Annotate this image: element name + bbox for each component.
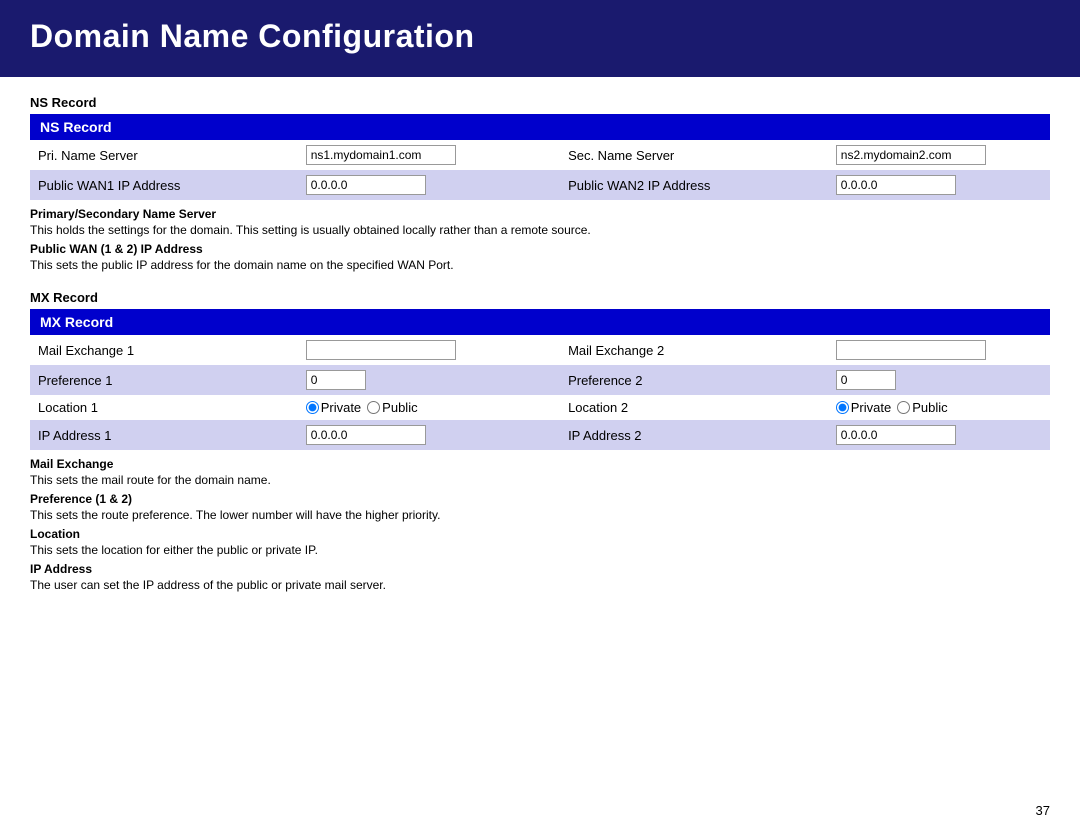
mx-row-mail-exchange: Mail Exchange 1 Mail Exchange 2 bbox=[30, 335, 1050, 365]
ip-address-2-input[interactable] bbox=[836, 425, 956, 445]
mx-desc-text-3: This sets the location for either the pu… bbox=[30, 543, 1050, 557]
location-2-private-label: Private bbox=[851, 400, 891, 415]
mx-header-row: MX Record bbox=[30, 309, 1050, 335]
mail-exchange-1-label: Mail Exchange 1 bbox=[30, 335, 298, 365]
wan1-ip-label: Public WAN1 IP Address bbox=[30, 170, 298, 200]
mx-desc-title-1: Mail Exchange bbox=[30, 457, 113, 471]
mx-record-table: MX Record Mail Exchange 1 Mail Exchange … bbox=[30, 309, 1050, 450]
wan2-ip-input-cell bbox=[828, 170, 1050, 200]
preference-1-input-cell bbox=[298, 365, 520, 395]
ns-desc-title-2: Public WAN (1 & 2) IP Address bbox=[30, 242, 203, 256]
location-2-public-option[interactable]: Public bbox=[897, 400, 947, 415]
mx-desc-title-4: IP Address bbox=[30, 562, 92, 576]
ns-row-2: Public WAN1 IP Address Public WAN2 IP Ad… bbox=[30, 170, 1050, 200]
ip-address-2-label: IP Address 2 bbox=[560, 420, 828, 450]
mx-desc-title-2: Preference (1 & 2) bbox=[30, 492, 132, 506]
mx-row-preference: Preference 1 Preference 2 bbox=[30, 365, 1050, 395]
wan1-ip-input-cell bbox=[298, 170, 520, 200]
ip-address-1-label: IP Address 1 bbox=[30, 420, 298, 450]
page-title: Domain Name Configuration bbox=[30, 18, 1050, 55]
sec-name-server-input-cell bbox=[828, 140, 1050, 170]
ns-header-row: NS Record bbox=[30, 114, 1050, 140]
location-1-radio-cell: Private Public bbox=[298, 395, 520, 420]
mx-row-ip-address: IP Address 1 IP Address 2 bbox=[30, 420, 1050, 450]
location-1-private-option[interactable]: Private bbox=[306, 400, 361, 415]
location-1-label: Location 1 bbox=[30, 395, 298, 420]
mail-exchange-1-input[interactable] bbox=[306, 340, 456, 360]
pri-name-server-input-cell bbox=[298, 140, 520, 170]
location-2-private-radio[interactable] bbox=[836, 401, 849, 414]
sec-name-server-label: Sec. Name Server bbox=[560, 140, 828, 170]
sec-name-server-input[interactable] bbox=[836, 145, 986, 165]
ip-address-2-input-cell bbox=[828, 420, 1050, 450]
mx-record-section: MX Record MX Record Mail Exchange 1 Mail… bbox=[30, 290, 1050, 592]
location-1-private-label: Private bbox=[321, 400, 361, 415]
mx-description-block: Mail Exchange This sets the mail route f… bbox=[30, 456, 1050, 592]
mx-desc-title-3: Location bbox=[30, 527, 80, 541]
mx-section-label: MX Record bbox=[30, 290, 1050, 305]
ns-record-section: NS Record NS Record Pri. Name Server Sec… bbox=[30, 95, 1050, 272]
mx-desc-text-2: This sets the route preference. The lowe… bbox=[30, 508, 1050, 522]
pri-name-server-input[interactable] bbox=[306, 145, 456, 165]
ns-header-cell: NS Record bbox=[30, 114, 1050, 140]
preference-2-input[interactable] bbox=[836, 370, 896, 390]
location-1-private-radio[interactable] bbox=[306, 401, 319, 414]
mx-desc-text-1: This sets the mail route for the domain … bbox=[30, 473, 1050, 487]
ip-address-1-input[interactable] bbox=[306, 425, 426, 445]
mail-exchange-2-input[interactable] bbox=[836, 340, 986, 360]
wan2-ip-label: Public WAN2 IP Address bbox=[560, 170, 828, 200]
ns-record-table: NS Record Pri. Name Server Sec. Name Ser… bbox=[30, 114, 1050, 200]
preference-2-label: Preference 2 bbox=[560, 365, 828, 395]
ns-section-label: NS Record bbox=[30, 95, 1050, 110]
location-2-radio-group: Private Public bbox=[836, 400, 1042, 415]
wan1-ip-input[interactable] bbox=[306, 175, 426, 195]
wan2-ip-input[interactable] bbox=[836, 175, 956, 195]
ns-row-1: Pri. Name Server Sec. Name Server bbox=[30, 140, 1050, 170]
ns-desc-text-2: This sets the public IP address for the … bbox=[30, 258, 1050, 272]
preference-1-input[interactable] bbox=[306, 370, 366, 390]
ns-desc-title-1: Primary/Secondary Name Server bbox=[30, 207, 216, 221]
location-2-public-radio[interactable] bbox=[897, 401, 910, 414]
mx-desc-text-4: The user can set the IP address of the p… bbox=[30, 578, 1050, 592]
location-1-public-radio[interactable] bbox=[367, 401, 380, 414]
location-2-label: Location 2 bbox=[560, 395, 828, 420]
location-2-radio-cell: Private Public bbox=[828, 395, 1050, 420]
location-1-public-option[interactable]: Public bbox=[367, 400, 417, 415]
location-1-radio-group: Private Public bbox=[306, 400, 512, 415]
mail-exchange-2-input-cell bbox=[828, 335, 1050, 365]
pri-name-server-label: Pri. Name Server bbox=[30, 140, 298, 170]
mail-exchange-2-label: Mail Exchange 2 bbox=[560, 335, 828, 365]
mx-header-cell: MX Record bbox=[30, 309, 1050, 335]
location-1-public-label: Public bbox=[382, 400, 417, 415]
page-number: 37 bbox=[1036, 803, 1050, 818]
location-2-private-option[interactable]: Private bbox=[836, 400, 891, 415]
ip-address-1-input-cell bbox=[298, 420, 520, 450]
location-2-public-label: Public bbox=[912, 400, 947, 415]
preference-1-label: Preference 1 bbox=[30, 365, 298, 395]
preference-2-input-cell bbox=[828, 365, 1050, 395]
mail-exchange-1-input-cell bbox=[298, 335, 520, 365]
mx-row-location: Location 1 Private Public Locatio bbox=[30, 395, 1050, 420]
page-header: Domain Name Configuration bbox=[0, 0, 1080, 77]
ns-desc-text-1: This holds the settings for the domain. … bbox=[30, 223, 1050, 237]
ns-description-block: Primary/Secondary Name Server This holds… bbox=[30, 206, 1050, 272]
